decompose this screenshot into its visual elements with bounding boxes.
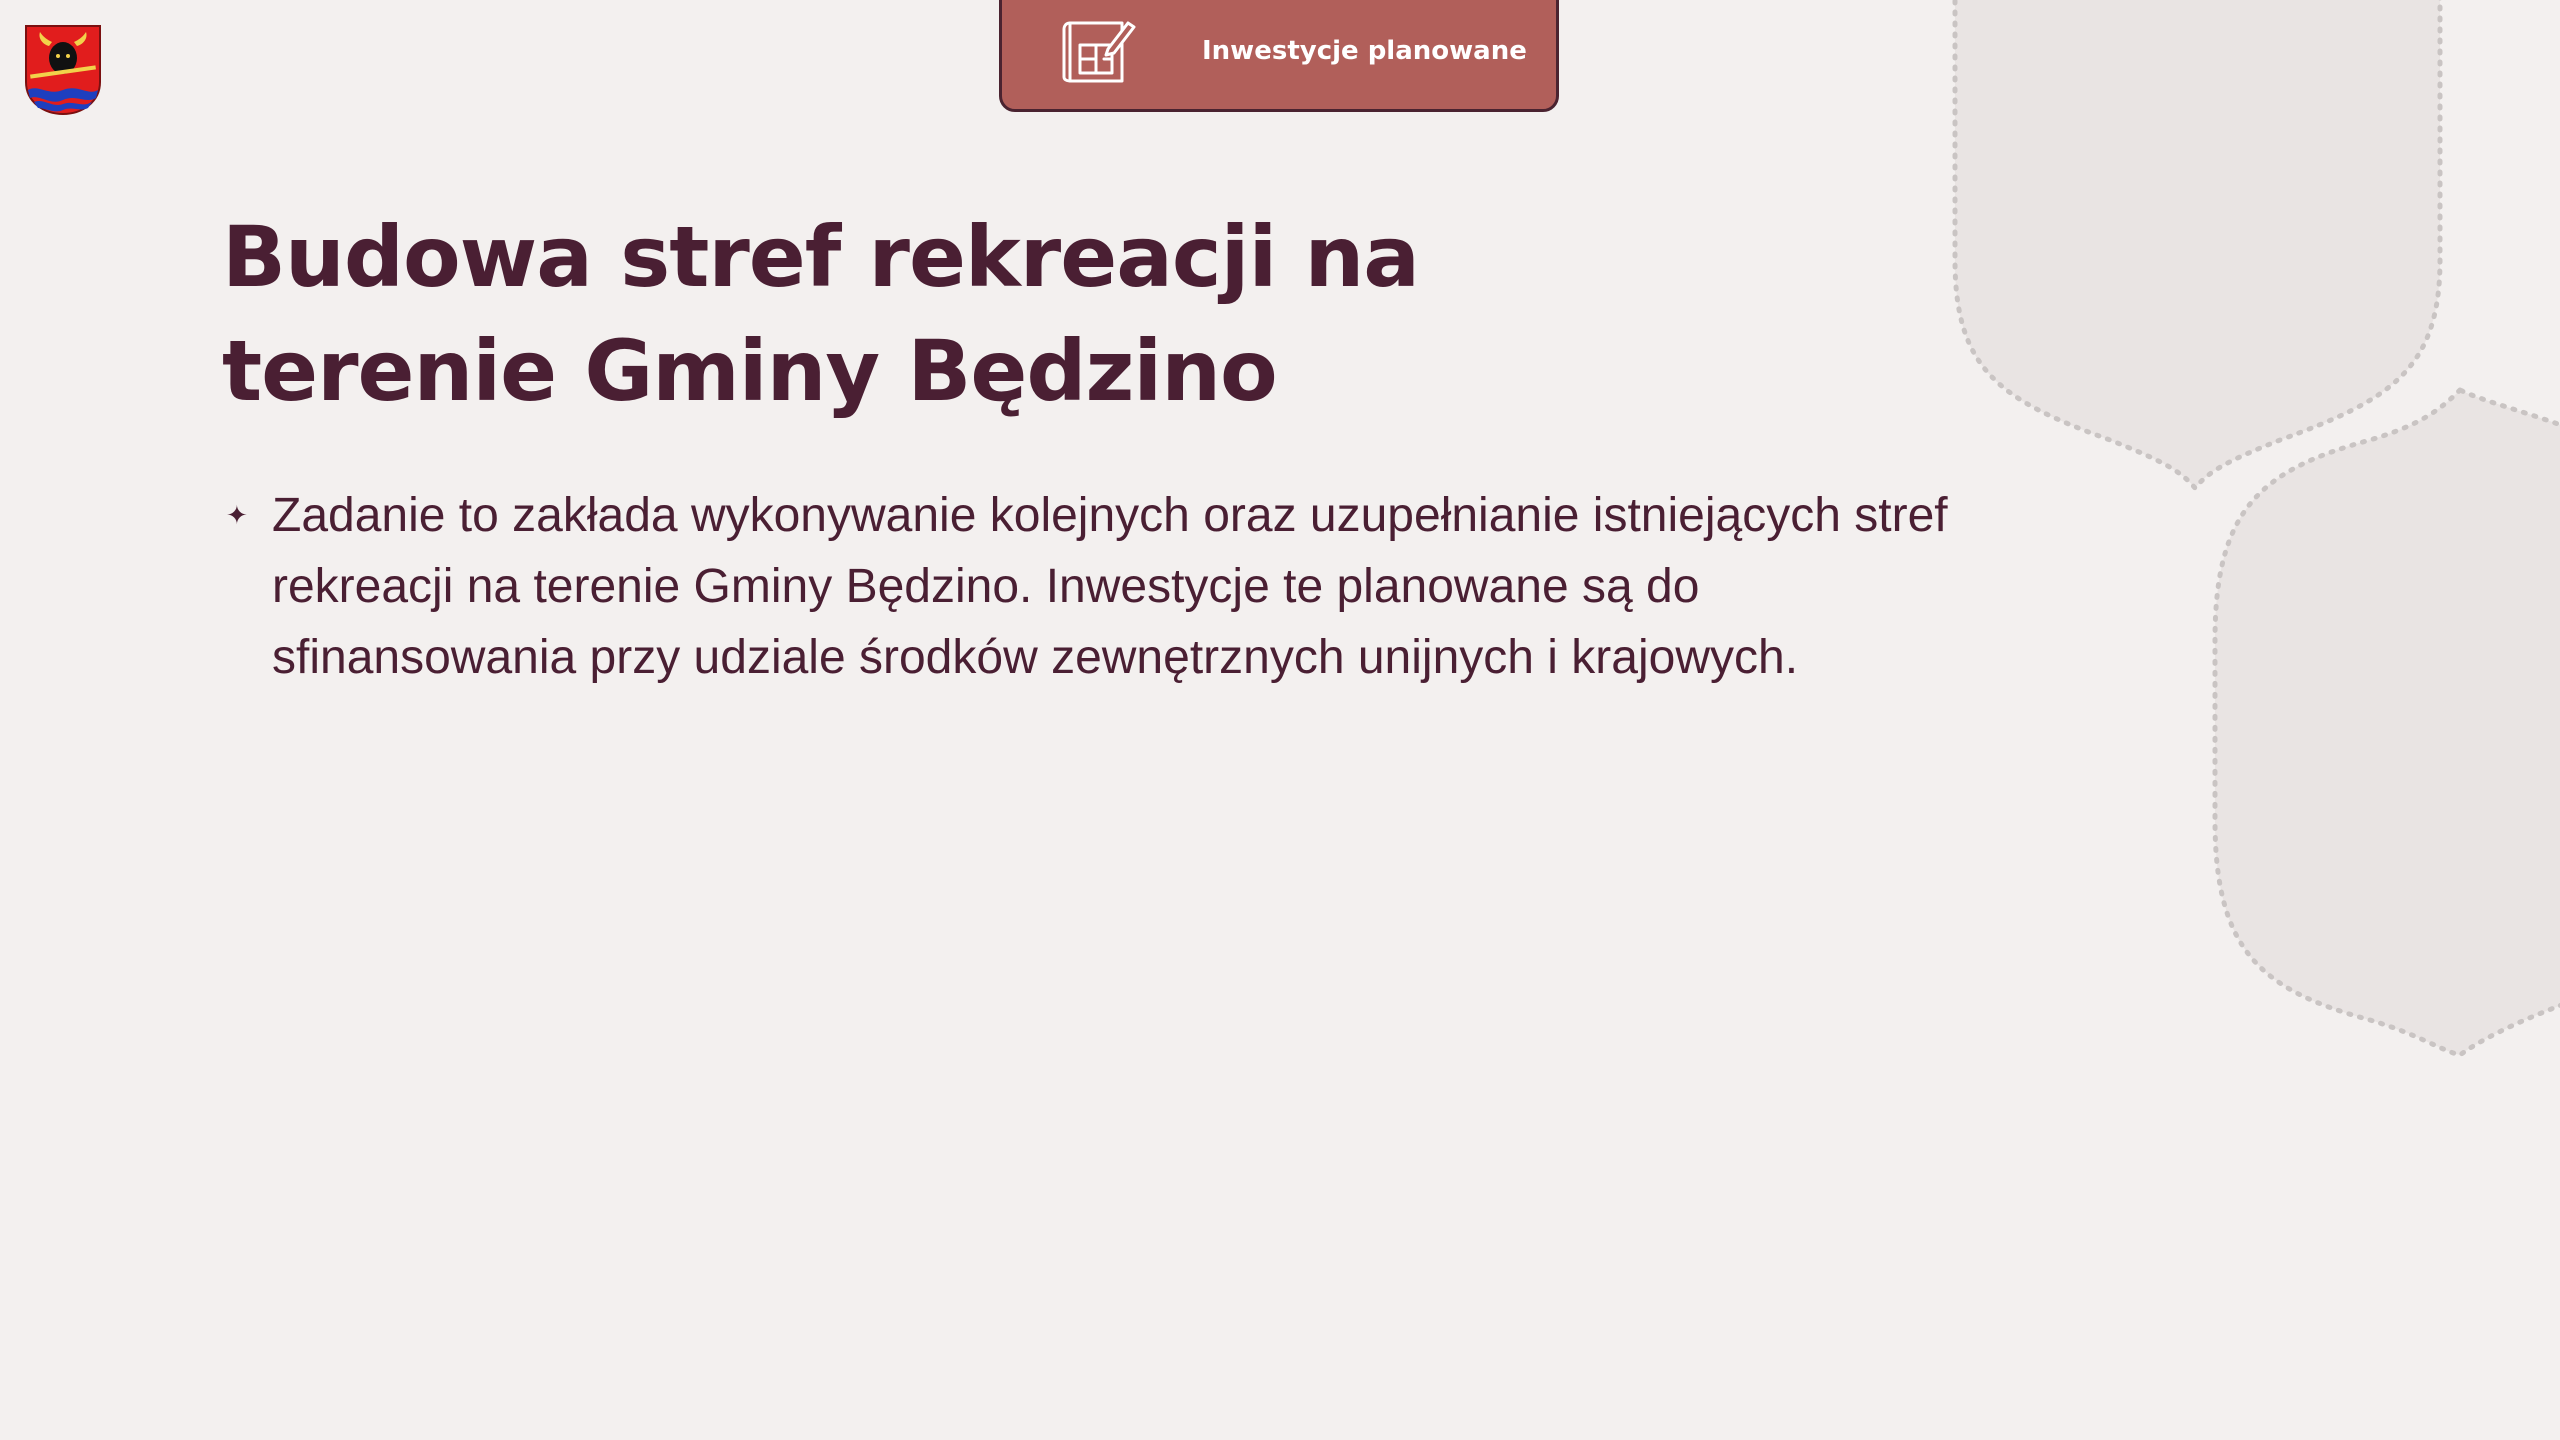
bullet-text-line: sfinansowania przy udziale środków zewnę… xyxy=(272,631,1799,684)
section-tab-label: Inwestycje planowane xyxy=(1202,36,1527,66)
section-tab: Inwestycje planowane xyxy=(999,0,1559,112)
deco-shape-top xyxy=(1952,0,2443,492)
bullet-marker-icon: ✦ xyxy=(226,500,248,530)
slide-title-line-1: Budowa stref rekreacji na xyxy=(222,208,1420,306)
bullet-list: ✦ Zadanie to zakłada wykonywanie kolejny… xyxy=(222,480,2122,693)
slide-title-line-2: terenie Gminy Będzino xyxy=(222,322,1278,420)
deco-shape-bottom xyxy=(2212,386,2560,1058)
bullet-text-line: Zadanie to zakłada wykonywanie kolejnych… xyxy=(272,489,1948,542)
blueprint-icon xyxy=(1062,21,1136,83)
slide-title: Budowa stref rekreacji na terenie Gminy … xyxy=(222,200,1622,428)
coat-of-arms-logo xyxy=(25,25,101,116)
bullet-text: Zadanie to zakłada wykonywanie kolejnych… xyxy=(272,480,2122,693)
slide: Inwestycje planowane Budowa stref rekrea… xyxy=(0,0,2560,1440)
bullet-item: ✦ Zadanie to zakłada wykonywanie kolejny… xyxy=(222,480,2122,693)
bullet-text-line: rekreacji na terenie Gminy Będzino. Inwe… xyxy=(272,560,1700,613)
